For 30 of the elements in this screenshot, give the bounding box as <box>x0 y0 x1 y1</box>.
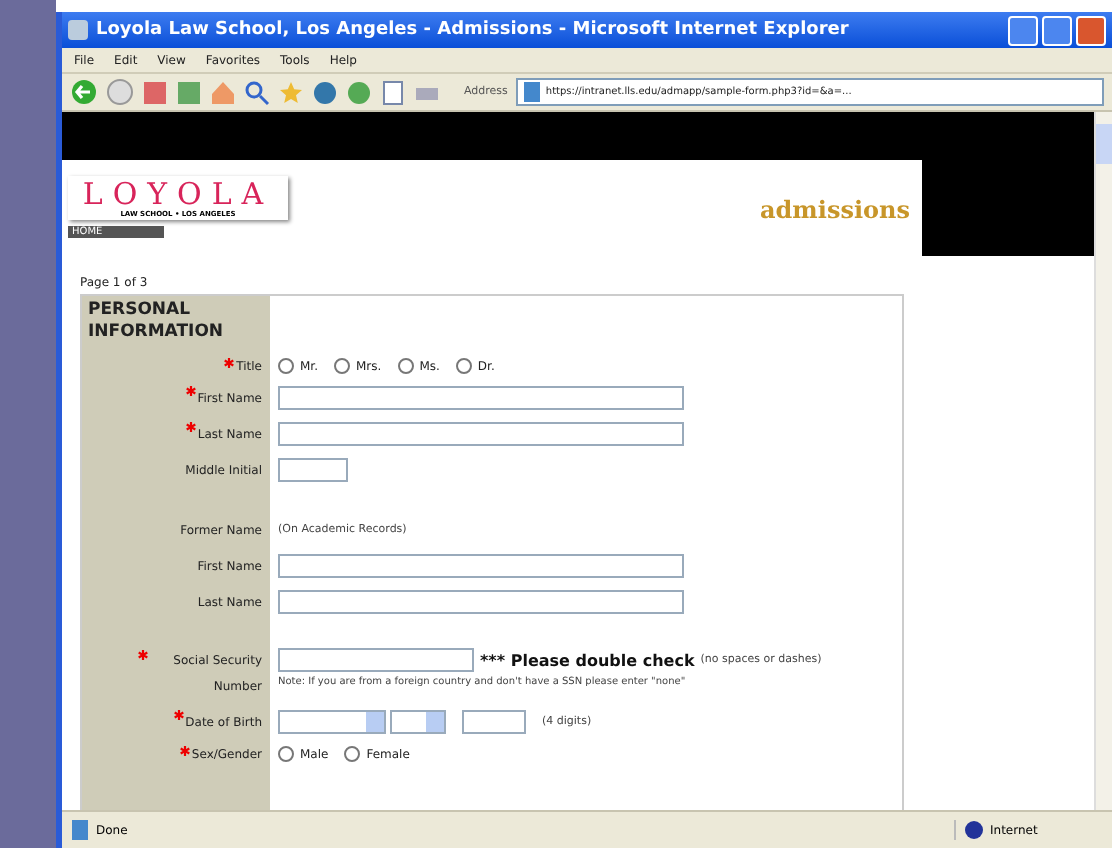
text-input[interactable] <box>278 590 684 614</box>
back-button[interactable] <box>70 78 98 106</box>
page-icon <box>521 82 542 102</box>
text-input[interactable] <box>278 386 684 410</box>
text-input[interactable] <box>278 648 474 672</box>
search-icon <box>244 79 270 105</box>
month-dropdown[interactable] <box>278 710 386 734</box>
search-button[interactable] <box>244 79 270 105</box>
text-input[interactable] <box>278 554 684 578</box>
home-button[interactable] <box>210 79 236 105</box>
page-icon <box>70 820 90 840</box>
window-title: Loyola Law School, Los Angeles - Admissions - Microsoft Internet Explorer <box>96 20 851 40</box>
text-input[interactable] <box>278 458 348 482</box>
text-input[interactable] <box>278 422 684 446</box>
close-button[interactable] <box>1076 15 1106 45</box>
mail-button[interactable] <box>380 79 406 105</box>
page-icon <box>380 79 406 105</box>
day-dropdown[interactable] <box>390 710 446 734</box>
house-icon <box>210 79 236 105</box>
forward-button[interactable] <box>106 78 134 106</box>
section-title: admissions <box>758 194 912 224</box>
star-icon <box>278 79 304 105</box>
minimize-button[interactable] <box>1008 15 1038 45</box>
warning-text: *** Please double check <box>480 651 695 669</box>
scrollbar[interactable] <box>1094 112 1112 810</box>
section-heading: PERSONAL INFORMATION <box>86 298 226 346</box>
maximize-button[interactable] <box>1042 15 1072 45</box>
year-input[interactable] <box>462 710 526 734</box>
favorites-button[interactable] <box>278 79 304 105</box>
back-arrow-icon <box>70 78 98 106</box>
